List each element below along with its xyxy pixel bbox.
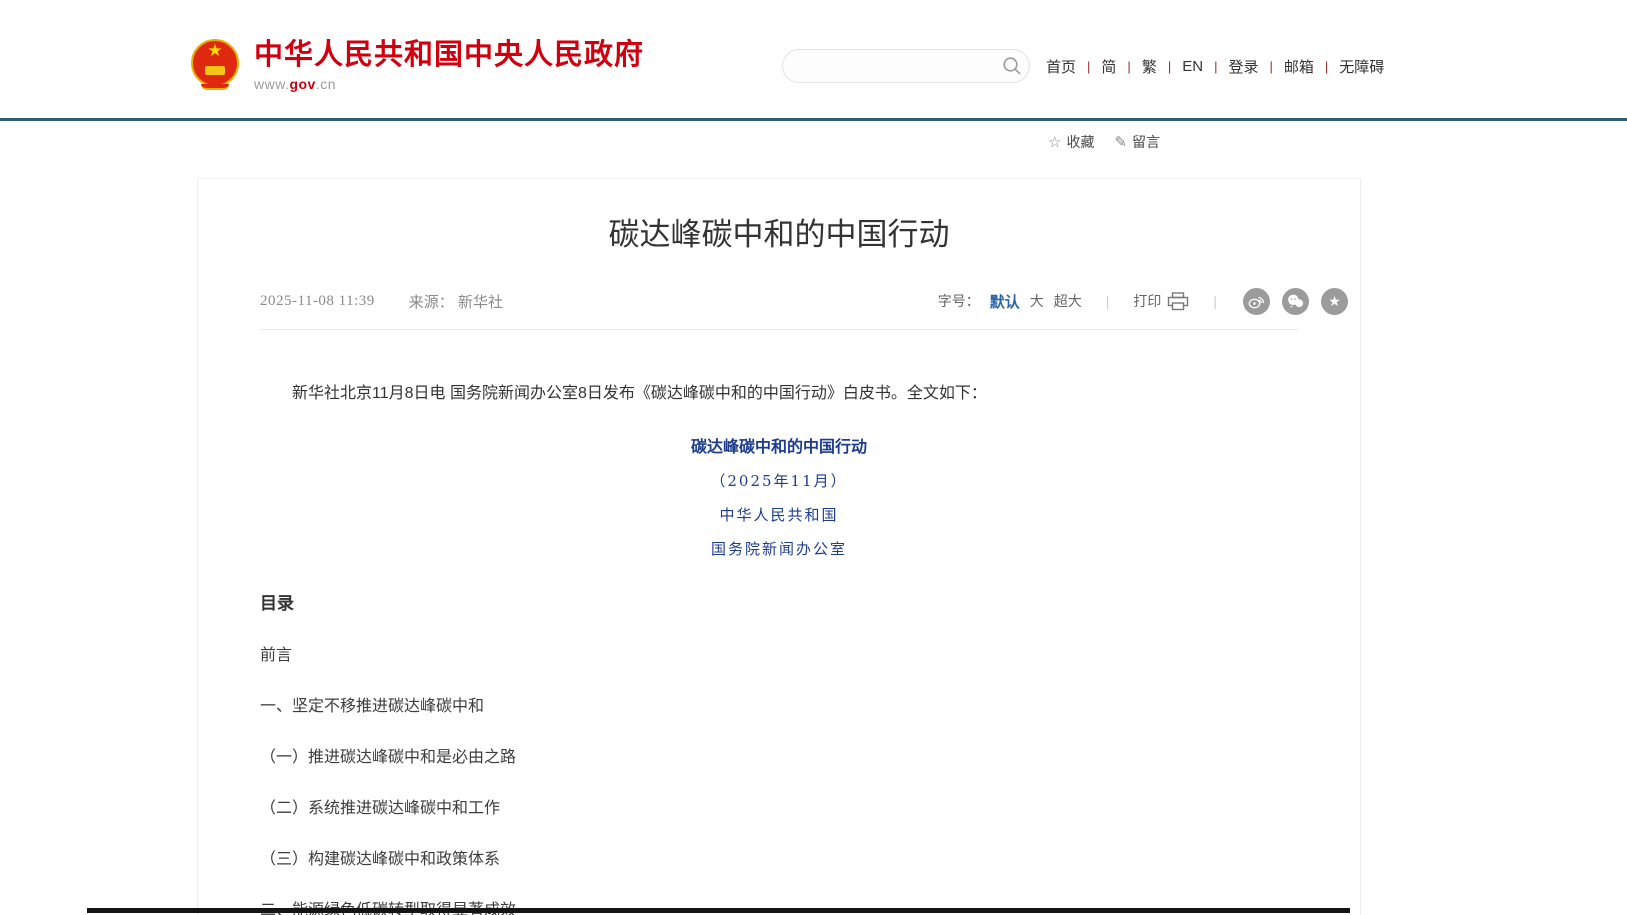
- meta-divider-line: [260, 329, 1298, 330]
- doc-org-line-1: 中华人民共和国: [260, 504, 1298, 525]
- star-share-icon[interactable]: ★: [1321, 288, 1348, 315]
- national-emblem-logo: ★: [190, 38, 240, 94]
- article-title: 碳达峰碳中和的中国行动: [198, 179, 1360, 258]
- site-brand[interactable]: ★ 中华人民共和国中央人民政府 www.gov.cn: [190, 38, 644, 94]
- print-button[interactable]: 打印: [1133, 291, 1189, 311]
- doc-org-line-2: 国务院新闻办公室: [260, 538, 1298, 559]
- pencil-icon: ✎: [1114, 135, 1127, 150]
- source-value[interactable]: 新华社: [458, 294, 503, 311]
- doc-date-line: （2025年11月）: [260, 470, 1298, 491]
- printer-icon: [1167, 292, 1189, 311]
- intro-paragraph: 新华社北京11月8日电 国务院新闻办公室8日发布《碳达峰碳中和的中国行动》白皮书…: [260, 380, 1298, 407]
- print-label: 打印: [1133, 291, 1161, 311]
- nav-separator: |: [1127, 59, 1130, 74]
- emblem-gate-shape: [205, 66, 225, 75]
- page: ★ 中华人民共和国中央人民政府 www.gov.cn 首页 | 简 |: [0, 0, 1627, 915]
- url-prefix: www.: [254, 76, 289, 92]
- emblem-star-icon: ★: [190, 41, 240, 61]
- search-input[interactable]: [783, 50, 995, 82]
- meta-left: 2025-11-08 11:39 来源： 新华社: [260, 291, 503, 312]
- nav-separator: |: [1168, 59, 1171, 74]
- nav-separator: |: [1325, 59, 1328, 74]
- article-body: 新华社北京11月8日电 国务院新闻办公室8日发布《碳达峰碳中和的中国行动》白皮书…: [198, 380, 1360, 915]
- top-nav: 首页 | 简 | 繁 | EN | 登录 | 邮箱 | 无障碍: [1046, 56, 1384, 77]
- site-url[interactable]: www.gov.cn: [254, 76, 644, 92]
- doc-title: 碳达峰碳中和的中国行动: [260, 433, 1298, 457]
- nav-simplified[interactable]: 简: [1101, 56, 1116, 77]
- site-title: 中华人民共和国中央人民政府: [254, 40, 644, 72]
- url-suffix: .cn: [316, 76, 336, 92]
- toc-item-section-1-2: （二）系统推进碳达峰碳中和工作: [260, 794, 1298, 818]
- page-actions: ☆ 收藏 ✎ 留言: [1048, 132, 1160, 152]
- source-label: 来源：: [409, 294, 454, 311]
- nav-home[interactable]: 首页: [1046, 56, 1076, 77]
- publish-date: 2025-11-08 11:39: [260, 293, 375, 310]
- nav-mail[interactable]: 邮箱: [1284, 56, 1314, 77]
- toc-item-section-1: 一、坚定不移推进碳达峰碳中和: [260, 692, 1298, 716]
- article-card: 碳达峰碳中和的中国行动 2025-11-08 11:39 来源： 新华社 字号：…: [197, 178, 1361, 915]
- nav-traditional[interactable]: 繁: [1142, 56, 1157, 77]
- star-filled-icon: ★: [1328, 294, 1341, 308]
- favorite-label: 收藏: [1066, 132, 1094, 152]
- nav-login[interactable]: 登录: [1228, 56, 1258, 77]
- nav-accessibility[interactable]: 无障碍: [1339, 56, 1384, 77]
- article-source: 来源： 新华社: [409, 291, 503, 312]
- font-size-label: 字号：: [938, 291, 980, 311]
- message-label: 留言: [1132, 132, 1160, 152]
- wechat-share-icon[interactable]: [1282, 288, 1309, 315]
- site-header: ★ 中华人民共和国中央人民政府 www.gov.cn 首页 | 简 |: [0, 0, 1627, 118]
- toc-item-section-1-3: （三）构建碳达峰碳中和政策体系: [260, 845, 1298, 869]
- font-size-xlarge[interactable]: 超大: [1054, 291, 1082, 311]
- star-outline-icon: ☆: [1048, 135, 1061, 150]
- weibo-share-icon[interactable]: [1243, 288, 1270, 315]
- header-divider-line: [0, 118, 1627, 121]
- favorite-action[interactable]: ☆ 收藏: [1048, 132, 1094, 152]
- search-icon[interactable]: [995, 56, 1029, 76]
- article-meta-row: 2025-11-08 11:39 来源： 新华社 字号： 默认 大 超大 | 打…: [260, 288, 1348, 315]
- brand-text: 中华人民共和国中央人民政府 www.gov.cn: [254, 40, 644, 93]
- meta-separator: |: [1213, 293, 1217, 309]
- font-size-default[interactable]: 默认: [990, 291, 1020, 312]
- toc-item-section-1-1: （一）推进碳达峰碳中和是必由之路: [260, 743, 1298, 767]
- nav-separator: |: [1269, 59, 1272, 74]
- url-gov: gov: [289, 76, 315, 92]
- emblem-base-shape: [201, 84, 229, 90]
- bottom-window-edge: [87, 908, 1350, 913]
- nav-english[interactable]: EN: [1182, 58, 1203, 75]
- toc-item-preface: 前言: [260, 641, 1298, 665]
- toc-heading: 目录: [260, 589, 1298, 614]
- font-size-large[interactable]: 大: [1030, 291, 1044, 311]
- meta-separator: |: [1106, 293, 1110, 309]
- message-action[interactable]: ✎ 留言: [1114, 132, 1160, 152]
- nav-separator: |: [1214, 59, 1217, 74]
- search-box: [782, 49, 1030, 83]
- meta-right: 字号： 默认 大 超大 | 打印 |: [938, 288, 1348, 315]
- nav-separator: |: [1087, 59, 1090, 74]
